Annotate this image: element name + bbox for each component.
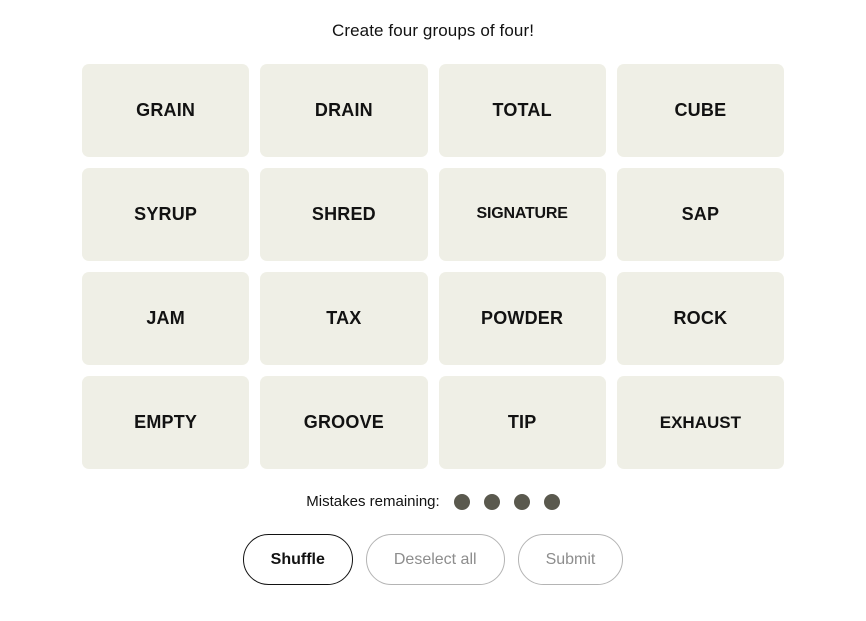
word-tile-label: SYRUP [134, 204, 198, 225]
word-tile-label: POWDER [481, 308, 564, 329]
word-tile-label: SIGNATURE [476, 205, 568, 223]
word-tile-label: SHRED [311, 204, 376, 225]
word-tile[interactable]: GRAIN [82, 64, 250, 157]
word-tile[interactable]: GROOVE [260, 376, 428, 469]
word-tile-label: GRAIN [136, 100, 196, 121]
mistakes-remaining: Mistakes remaining: [306, 490, 560, 514]
word-tile[interactable]: TAX [260, 272, 428, 365]
word-tile-label: TIP [507, 412, 537, 433]
mistake-dot [513, 494, 530, 510]
mistakes-dots [453, 494, 560, 510]
word-tile-label: GROOVE [303, 412, 384, 433]
word-tile-label: DRAIN [314, 100, 373, 121]
deselect-all-button[interactable]: Deselect all [365, 534, 505, 585]
word-tile[interactable]: SAP [616, 168, 784, 261]
word-tile[interactable]: DRAIN [260, 64, 428, 157]
mistake-dot [453, 494, 470, 510]
word-tile[interactable]: SHRED [260, 168, 428, 261]
word-tile-label: CUBE [674, 100, 727, 121]
shuffle-button[interactable]: Shuffle [242, 534, 353, 585]
word-tile-label: JAM [146, 308, 185, 329]
word-tile[interactable]: SYRUP [82, 168, 250, 261]
mistake-dot [543, 494, 560, 510]
connections-game: Create four groups of four! GRAIN DRAIN … [0, 0, 866, 621]
word-tile-label: SAP [681, 204, 720, 225]
word-tile-label: TOTAL [492, 100, 552, 121]
word-grid: GRAIN DRAIN TOTAL CUBE SYRUP SHRED SIGNA… [82, 64, 784, 469]
mistake-dot [483, 494, 500, 510]
page-title: Create four groups of four! [331, 21, 535, 40]
word-tile-label: TAX [326, 308, 362, 329]
submit-button[interactable]: Submit [517, 534, 624, 585]
word-tile[interactable]: SIGNATURE [438, 168, 606, 261]
word-tile-label: EMPTY [134, 412, 198, 433]
action-buttons: Shuffle Deselect all Submit [242, 534, 624, 585]
mistakes-remaining-label: Mistakes remaining: [306, 493, 440, 510]
word-tile-label: ROCK [673, 308, 728, 329]
word-tile[interactable]: JAM [82, 272, 250, 365]
word-tile[interactable]: EXHAUST [616, 376, 784, 469]
word-tile[interactable]: CUBE [616, 64, 784, 157]
word-tile[interactable]: POWDER [438, 272, 606, 365]
word-tile[interactable]: ROCK [616, 272, 784, 365]
word-tile[interactable]: TOTAL [438, 64, 606, 157]
word-tile-label: EXHAUST [659, 412, 741, 432]
word-tile[interactable]: EMPTY [82, 376, 250, 469]
word-tile[interactable]: TIP [438, 376, 606, 469]
